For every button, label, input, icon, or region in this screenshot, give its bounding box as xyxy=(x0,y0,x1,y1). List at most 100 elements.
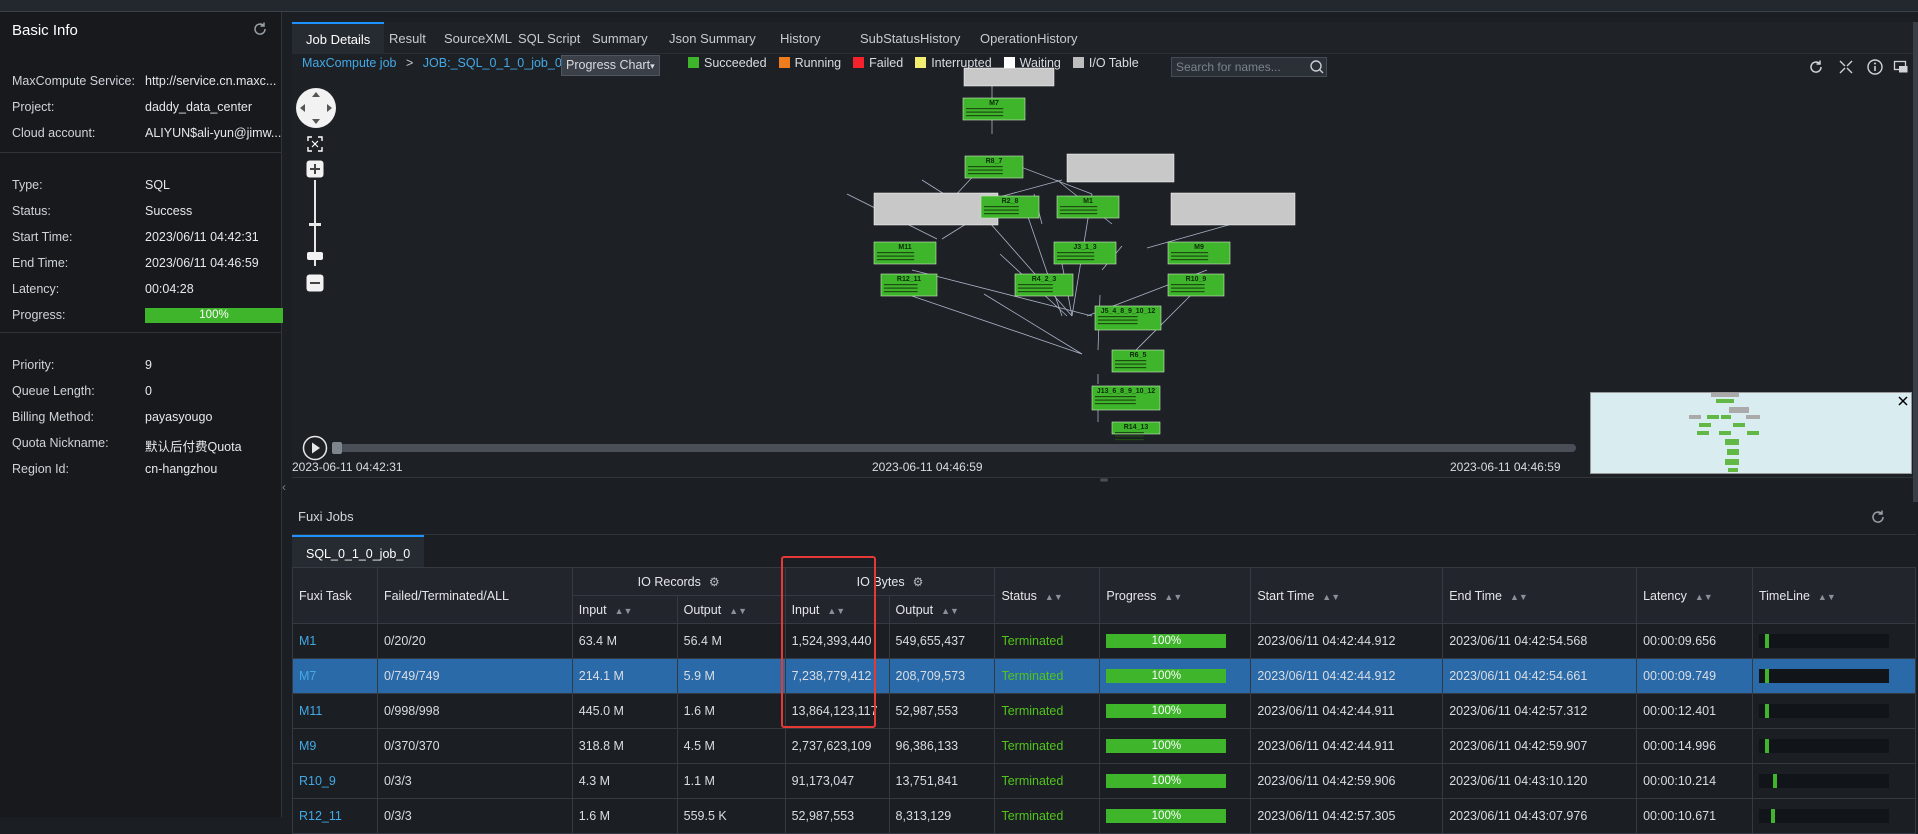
dag-node-detail xyxy=(877,252,915,254)
end-time-cell: 2023/06/11 04:43:10.120 xyxy=(1442,763,1638,799)
table-row[interactable]: R10_9 0/3/3 4.3 M 1.1 M 91,173,047 13,751,841… xyxy=(292,763,1917,799)
io-table-node[interactable] xyxy=(873,192,999,226)
end-time-cell-text: 2023/06/11 04:42:54.568 xyxy=(1449,634,1588,648)
bytes-output-cell: 208,709,573 xyxy=(888,658,996,694)
table-row[interactable]: M1 0/20/20 63.4 M 56.4 M 1,524,393,440 549,65… xyxy=(292,623,1917,659)
col-status[interactable]: Status ▲▼ xyxy=(994,567,1101,624)
bytes-input-cell-text: 52,987,553 xyxy=(791,809,855,823)
ftl-cell-text: 0/3/3 xyxy=(383,809,412,823)
resize-handle[interactable]: ═ xyxy=(292,476,1916,489)
records-output-cell: 56.4 M xyxy=(676,623,786,659)
divider xyxy=(292,534,1916,535)
sort-icon[interactable]: ▲▼ xyxy=(1045,592,1063,602)
sort-icon[interactable]: ▲▼ xyxy=(1322,592,1340,602)
dag-node-detail xyxy=(884,291,918,293)
tab-job[interactable]: SQL_0_1_0_job_0 xyxy=(292,535,425,567)
refresh-icon[interactable] xyxy=(252,21,268,37)
status-cell: Terminated xyxy=(994,693,1101,729)
table-row[interactable]: M9 0/370/370 318.8 M 4.5 M 2,737,623,109 96,3… xyxy=(292,728,1917,764)
col-start-time[interactable]: Start Time ▲▼ xyxy=(1250,567,1444,624)
sort-icon[interactable]: ▲▼ xyxy=(941,606,959,616)
scrollbar[interactable] xyxy=(1913,22,1918,502)
timeline-start-label: 2023-06-11 04:42:31 xyxy=(292,460,403,474)
task-link[interactable]: M1 xyxy=(292,623,378,659)
dag-node-detail xyxy=(1095,396,1136,398)
task-link[interactable]: R12_11 xyxy=(292,798,378,834)
bytes-output-cell-text: 96,386,133 xyxy=(895,739,959,753)
table-row[interactable]: M7 0/749/749 214.1 M 5.9 M 7,238,779,412 208,… xyxy=(292,658,1917,694)
timeline-slider[interactable] xyxy=(332,444,1576,452)
dag-node-detail xyxy=(968,166,1003,168)
bytes-input-cell: 13,864,123,117 xyxy=(784,693,890,729)
dag-node-detail xyxy=(1115,439,1144,441)
dag-node-label: R8_7 xyxy=(986,158,1003,165)
progress-cell: 100% xyxy=(1099,623,1252,659)
task-link[interactable]: R10_9 xyxy=(292,763,378,799)
table-row[interactable]: R12_11 0/3/3 1.6 M 559.5 K 52,987,553 8,313,1… xyxy=(292,798,1917,834)
col-progress[interactable]: Progress ▲▼ xyxy=(1099,567,1252,624)
sort-icon[interactable]: ▲▼ xyxy=(1164,592,1182,602)
col-end-time[interactable]: End Time ▲▼ xyxy=(1442,567,1638,624)
task-link[interactable]: M11 xyxy=(292,693,378,729)
tab-substatushistory[interactable]: SubStatusHistory xyxy=(846,22,974,54)
info-label: Region Id: xyxy=(12,462,69,476)
tab-history[interactable]: History xyxy=(766,22,834,54)
sort-icon[interactable]: ▲▼ xyxy=(1818,592,1836,602)
info-value: cn-hangzhou xyxy=(145,462,218,476)
end-time-cell-text: 2023/06/11 04:42:59.907 xyxy=(1449,739,1588,753)
tab-job-details[interactable]: Job Details xyxy=(292,22,385,54)
col-rec-output[interactable]: Output ▲▼ xyxy=(676,595,786,624)
info-label: MaxCompute Service: xyxy=(12,74,135,88)
task-link[interactable]: M9 xyxy=(292,728,378,764)
info-label: Start Time: xyxy=(12,230,73,244)
io-table-node[interactable] xyxy=(963,67,1055,87)
table-row[interactable]: M11 0/998/998 445.0 M 1.6 M 13,864,123,117 52… xyxy=(292,693,1917,729)
status-cell-text: Terminated xyxy=(1001,634,1064,648)
bytes-output-cell-text: 549,655,437 xyxy=(895,634,966,648)
progress-cell: 100% xyxy=(1099,693,1252,729)
tab-operationhistory[interactable]: OperationHistory xyxy=(966,22,1092,54)
records-output-cell: 1.1 M xyxy=(676,763,786,799)
collapse-panel-icon[interactable]: ‹ xyxy=(282,480,292,520)
gear-icon[interactable]: ⚙ xyxy=(913,575,924,589)
sort-icon[interactable]: ▲▼ xyxy=(827,606,845,616)
project-link[interactable]: daddy_data_center xyxy=(145,100,285,114)
col-latency[interactable]: Latency ▲▼ xyxy=(1636,567,1753,624)
col-bytes-input[interactable]: Input ▲▼ xyxy=(784,595,890,624)
timeline-bar xyxy=(1765,634,1770,649)
tab-summary[interactable]: Summary xyxy=(578,22,662,54)
refresh-fuxi-icon[interactable] xyxy=(1870,509,1886,525)
sort-icon[interactable]: ▲▼ xyxy=(729,606,747,616)
info-value: ALIYUN$ali-yun@jimw... xyxy=(145,126,282,140)
sort-icon[interactable]: ▲▼ xyxy=(615,606,633,616)
job-tabs: Job Details Result SourceXML SQL Script Summ… xyxy=(292,22,1916,54)
col-rec-input[interactable]: Input ▲▼ xyxy=(571,595,678,624)
col-timeline[interactable]: TimeLine ▲▼ xyxy=(1751,567,1917,624)
sort-icon[interactable]: ▲▼ xyxy=(1695,592,1713,602)
close-minimap-icon[interactable] xyxy=(1897,395,1909,407)
col-end-label: End Time xyxy=(1449,588,1502,603)
bytes-output-cell: 549,655,437 xyxy=(888,623,996,659)
start-time-cell: 2023/06/11 04:42:44.912 xyxy=(1250,658,1444,694)
task-link[interactable]: M7 xyxy=(292,658,378,694)
info-label: Quota Nickname: xyxy=(12,436,109,450)
task-link-text: R10_9 xyxy=(299,774,336,788)
gear-icon[interactable]: ⚙ xyxy=(709,575,720,589)
timeline-cell xyxy=(1751,763,1917,799)
bytes-input-cell-text: 2,737,623,109 xyxy=(791,739,872,753)
ftl-cell-text: 0/749/749 xyxy=(383,669,440,683)
latency-cell-text: 00:00:10.214 xyxy=(1643,774,1717,788)
records-input-cell-text: 1.6 M xyxy=(578,809,611,823)
bytes-output-cell-text: 13,751,841 xyxy=(895,774,959,788)
play-icon[interactable] xyxy=(302,435,328,461)
timeline-handle[interactable] xyxy=(332,442,342,454)
tab-json-summary[interactable]: Json Summary xyxy=(655,22,770,54)
io-table-node[interactable] xyxy=(1170,192,1296,226)
dag-node-label: R10_9 xyxy=(1186,276,1207,283)
io-table-node[interactable] xyxy=(1066,153,1175,183)
sort-icon[interactable]: ▲▼ xyxy=(1510,592,1528,602)
records-input-cell-text: 318.8 M xyxy=(578,739,624,753)
col-bytes-output[interactable]: Output ▲▼ xyxy=(888,595,996,624)
minimap[interactable] xyxy=(1590,392,1912,474)
dag-node-detail xyxy=(1057,252,1095,254)
